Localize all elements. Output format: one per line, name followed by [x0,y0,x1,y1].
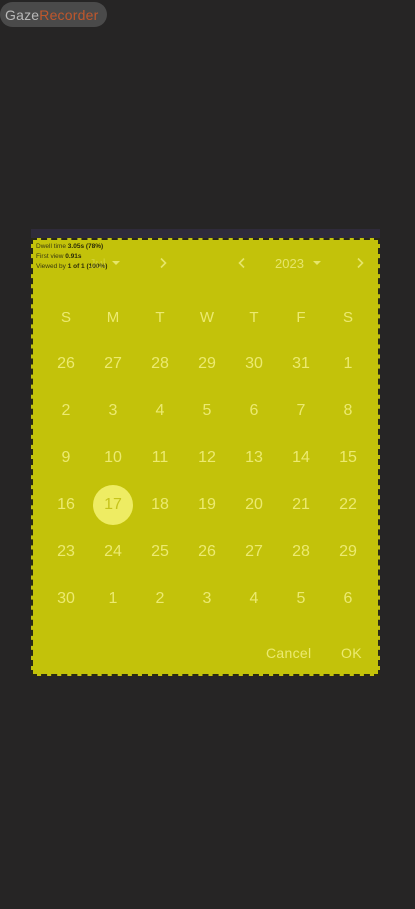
previous-year-button[interactable] [233,254,251,272]
next-month-button[interactable] [154,254,172,272]
calendar-day[interactable]: 2 [140,579,180,619]
weekday-header: S [60,308,71,326]
month-label: Jul [89,255,106,271]
calendar-day[interactable]: 4 [140,391,180,431]
calendar-day[interactable]: 9 [46,438,86,478]
dialog-top-strip [31,229,380,238]
weekday-header: F [296,308,306,326]
calendar-day[interactable]: 27 [234,532,274,572]
chevron-left-icon [233,254,251,272]
weekday-header: M [106,308,120,326]
calendar-day[interactable]: 23 [46,532,86,572]
calendar-day[interactable]: 28 [140,344,180,384]
calendar-day[interactable]: 22 [328,485,368,525]
year-label: 2023 [275,255,304,271]
calendar-day[interactable]: 31 [281,344,321,384]
first-view-label: First view [36,253,66,260]
calendar-day[interactable]: 19 [187,485,227,525]
calendar-day[interactable]: 28 [281,532,321,572]
calendar-day[interactable]: 4 [234,579,274,619]
calendar-day[interactable]: 25 [140,532,180,572]
calendar-day[interactable]: 8 [328,391,368,431]
year-dropdown-arrow-icon [312,261,321,265]
calendar-day[interactable]: 2 [46,391,86,431]
calendar-day[interactable]: 27 [93,344,133,384]
calendar-day[interactable]: 30 [234,344,274,384]
calendar-day[interactable]: 12 [187,438,227,478]
date-picker-dialog: Dwell time 3.05s (78%) First view 0.91s … [31,238,380,676]
calendar-day[interactable]: 29 [187,344,227,384]
dwell-time-value: 3.05s (78%) [67,243,104,250]
calendar-day[interactable]: 21 [281,485,321,525]
logo-part-recorder: Recorder [39,6,99,23]
calendar-day[interactable]: 26 [46,344,86,384]
dwell-time-row: Dwell time 3.05s (78%) [36,242,107,252]
weekday-header: W [199,308,215,326]
calendar-day[interactable]: 30 [46,579,86,619]
calendar-day[interactable]: 16 [46,485,86,525]
calendar-day[interactable]: 3 [187,579,227,619]
calendar-day[interactable]: 29 [328,532,368,572]
calendar-day[interactable]: 15 [328,438,368,478]
calendar-day[interactable]: 26 [187,532,227,572]
year-dropdown[interactable]: 2023 [275,254,321,272]
calendar-day-selected[interactable]: 17 [93,485,133,525]
dwell-time-label: Dwell time [36,243,68,250]
viewed-by-label: Viewed by [36,263,68,270]
gaze-recorder-logo: Gaze Recorder [0,2,107,27]
cancel-button[interactable]: Cancel [266,645,311,661]
logo-part-gaze: Gaze [5,6,40,23]
calendar-day[interactable]: 1 [328,344,368,384]
chevron-right-icon [351,254,369,272]
calendar-day[interactable]: 10 [93,438,133,478]
ok-button[interactable]: OK [341,645,362,661]
calendar-day[interactable]: 7 [281,391,321,431]
month-dropdown[interactable]: Jul [89,254,120,272]
calendar-day[interactable]: 24 [93,532,133,572]
next-year-button[interactable] [351,254,369,272]
calendar-day[interactable]: 1 [93,579,133,619]
calendar-day[interactable]: 20 [234,485,274,525]
first-view-value: 0.91s [65,253,82,260]
calendar-day[interactable]: 3 [93,391,133,431]
weekday-header: T [155,308,165,326]
calendar-day[interactable]: 5 [187,391,227,431]
calendar-day[interactable]: 6 [328,579,368,619]
chevron-right-icon [154,254,172,272]
calendar-day[interactable]: 18 [140,485,180,525]
weekday-header: T [249,308,259,326]
calendar-day[interactable]: 13 [234,438,274,478]
month-dropdown-arrow-icon [111,261,120,265]
calendar-day[interactable]: 11 [140,438,180,478]
weekday-header: S [342,308,353,326]
calendar-day[interactable]: 6 [234,391,274,431]
calendar-day[interactable]: 5 [281,579,321,619]
calendar-day[interactable]: 14 [281,438,321,478]
